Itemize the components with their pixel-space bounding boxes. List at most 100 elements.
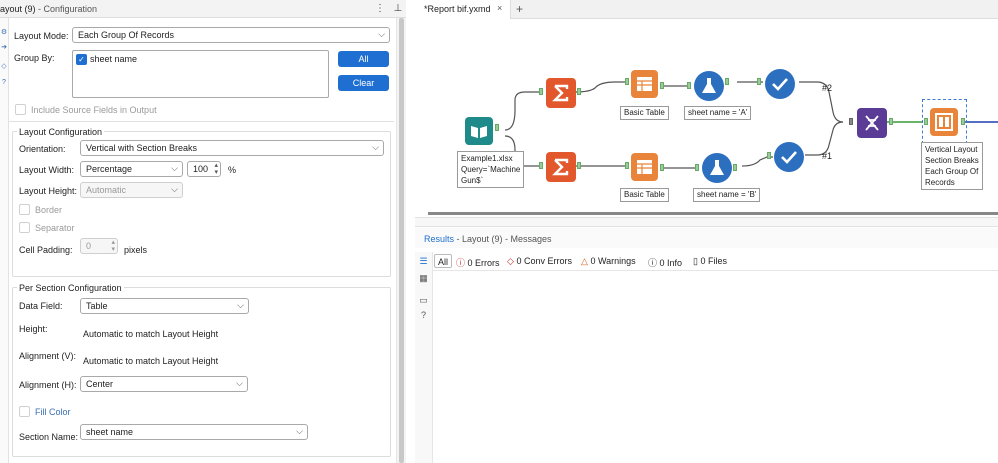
select-tool[interactable] — [774, 142, 804, 172]
stepper-arrows-icon[interactable]: ▴ ▾ — [111, 239, 115, 253]
input-anchor[interactable] — [924, 118, 928, 125]
orientation-select[interactable]: Vertical with Section Breaks ⌵ — [80, 140, 384, 156]
filter-files[interactable]: ▯ 0 Files — [693, 256, 727, 267]
fill-color-checkbox[interactable] — [19, 406, 30, 417]
table-icon — [637, 77, 652, 91]
info-icon: ⓘ — [648, 258, 658, 268]
help-icon[interactable]: ? — [418, 310, 429, 321]
input-anchor[interactable] — [625, 78, 629, 85]
more-options-icon[interactable]: ⋮ — [374, 3, 386, 15]
file-view-icon[interactable]: ▭ — [418, 295, 429, 306]
output-anchor[interactable] — [577, 162, 581, 169]
output-anchor[interactable] — [961, 118, 965, 125]
output-anchor[interactable] — [725, 78, 729, 85]
data-field-select[interactable]: Table ⌵ — [80, 298, 249, 314]
dna-icon — [865, 115, 879, 131]
section-name-select[interactable]: sheet name ⌵ — [80, 424, 308, 440]
error-icon: ⓘ — [456, 258, 466, 268]
output-anchor[interactable] — [495, 124, 499, 131]
filter-info[interactable]: ⓘ 0 Info — [648, 256, 682, 269]
filter-warnings[interactable]: △ 0 Warnings — [581, 256, 636, 267]
input-anchor[interactable] — [687, 82, 691, 89]
alignment-h-select[interactable]: Center ⌵ — [80, 376, 248, 392]
fill-color-label[interactable]: Fill Color — [35, 407, 71, 417]
settings-rail-icon[interactable]: ⚙ — [0, 28, 8, 38]
input-anchor[interactable] — [539, 88, 543, 95]
output-anchor[interactable] — [733, 164, 737, 171]
pane-splitter[interactable] — [415, 217, 998, 227]
layout-width-value: Percentage — [86, 164, 133, 174]
scrollbar-thumb[interactable] — [399, 18, 404, 463]
canvas-horizontal-scrollbar[interactable] — [428, 212, 998, 215]
tag-rail-icon[interactable]: ◇ — [0, 62, 8, 72]
select-tool[interactable] — [765, 69, 795, 99]
include-source-checkbox[interactable] — [15, 104, 26, 115]
formula-tool[interactable] — [702, 153, 732, 183]
width-unit: % — [228, 165, 237, 175]
chevron-down-icon: ⌵ — [236, 378, 243, 388]
close-icon[interactable]: × — [497, 3, 502, 13]
results-title-subtitle: - Layout (9) - Messages — [454, 234, 552, 244]
pin-icon[interactable]: ⊥ — [392, 3, 404, 15]
output-anchor[interactable] — [660, 164, 664, 171]
basic-table-tool[interactable] — [631, 70, 658, 98]
clear-button[interactable]: Clear — [338, 75, 389, 91]
config-title: ayout (9) - Configuration — [0, 4, 97, 14]
input-anchor[interactable] — [849, 118, 853, 125]
stepper-arrows-icon[interactable]: ▴ ▾ — [214, 162, 218, 176]
basic-table-tool[interactable] — [631, 153, 658, 181]
all-button[interactable]: All — [338, 51, 389, 67]
output-anchor[interactable] — [577, 88, 581, 95]
filter-conv-errors[interactable]: ◇ 0 Conv Errors — [507, 256, 572, 267]
height-label: Height: — [19, 324, 48, 334]
config-scrollbar[interactable] — [396, 18, 406, 463]
input-anchor[interactable] — [625, 162, 629, 169]
border-checkbox[interactable] — [19, 204, 30, 215]
alignment-h-label: Alignment (H): — [19, 380, 77, 390]
summarize-tool[interactable] — [546, 152, 576, 182]
input-anchor[interactable] — [757, 78, 761, 85]
separator-checkbox[interactable] — [19, 222, 30, 233]
summarize-tool[interactable] — [546, 78, 576, 108]
output-anchor[interactable] — [889, 118, 893, 125]
workflow-canvas[interactable]: Example1.xlsx Query=`Machine Gun$` Basic… — [415, 20, 998, 216]
alignment-v-value: Automatic to match Layout Height — [83, 356, 219, 366]
table-view-icon[interactable]: ▦ — [418, 273, 429, 284]
layout-width-select[interactable]: Percentage ⌵ — [80, 161, 183, 177]
layout-mode-label: Layout Mode: — [14, 31, 69, 41]
tab-report-bif[interactable]: *Report bif.yxmd × — [415, 0, 511, 19]
layout-mode-select[interactable]: Each Group Of Records ⌵ — [72, 27, 390, 43]
layout-height-value: Automatic — [86, 185, 127, 195]
layout-tool[interactable] — [930, 108, 958, 136]
input-data-tool[interactable] — [465, 117, 493, 145]
checkbox-checked-icon[interactable]: ✓ — [76, 54, 87, 65]
width-number-value: 100 — [193, 164, 209, 174]
input-anchor[interactable] — [767, 152, 771, 159]
group-by-list[interactable]: ✓ sheet name — [72, 50, 329, 98]
layout-height-select[interactable]: Automatic ⌵ — [80, 182, 183, 198]
filter-all-button[interactable]: All — [434, 254, 452, 268]
results-message-area[interactable] — [433, 270, 998, 463]
input-tool-label: Example1.xlsx Query=`Machine Gun$` — [457, 151, 525, 188]
formula-tool[interactable] — [694, 71, 724, 101]
file-icon: ▯ — [693, 256, 698, 266]
formula-label: sheet name = 'B' — [693, 188, 761, 202]
layout-tool-label: Vertical Layout Section Breaks Each Grou… — [921, 142, 983, 190]
config-title-subtitle: - Configuration — [35, 4, 98, 14]
filter-errors[interactable]: ⓘ 0 Errors — [456, 256, 500, 269]
output-anchor[interactable] — [660, 82, 664, 89]
connection-line — [504, 91, 539, 131]
results-title-main: Results — [424, 234, 455, 244]
arrow-rail-icon[interactable]: ➔ — [0, 43, 8, 53]
union-tool[interactable] — [857, 108, 887, 138]
cell-padding-stepper[interactable]: 0 ▴ ▾ — [80, 238, 118, 254]
input-label-line: Gun$` — [461, 176, 484, 185]
group-by-item[interactable]: sheet name — [90, 54, 137, 64]
input-anchor[interactable] — [695, 164, 699, 171]
flask-icon — [702, 78, 716, 93]
add-tab-icon[interactable]: + — [516, 2, 523, 16]
width-number-stepper[interactable]: 100 ▴ ▾ — [187, 161, 221, 177]
help-rail-icon[interactable]: ? — [0, 79, 8, 89]
input-anchor[interactable] — [539, 162, 543, 169]
config-side-rail: ⚙ ➔ ◇ ? — [0, 18, 9, 463]
